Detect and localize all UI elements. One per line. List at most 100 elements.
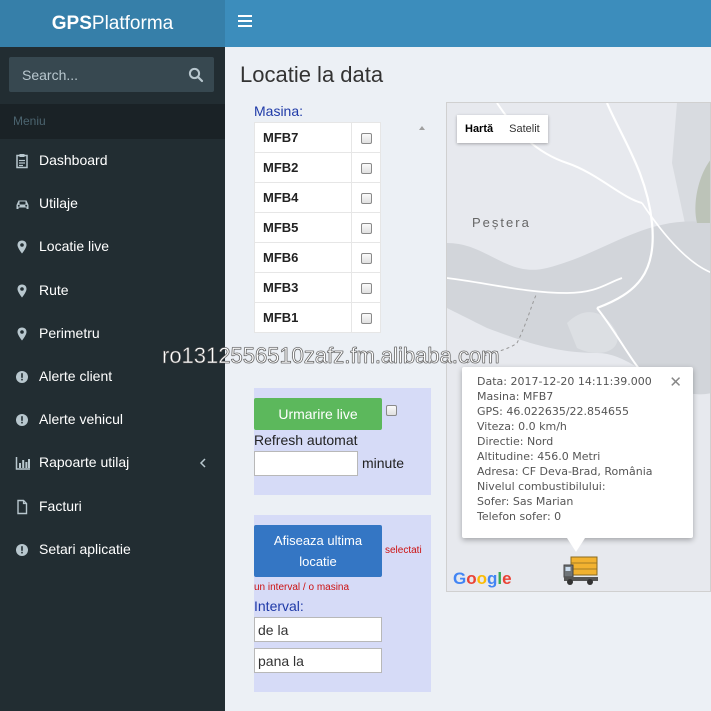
sidebar-item-label: Utilaje: [39, 195, 78, 212]
sidebar-item-setari-aplicatie[interactable]: Setari aplicatie: [0, 528, 225, 571]
alert-circle-icon: [16, 414, 28, 427]
sidebar-item-rapoarte-utilaj[interactable]: Rapoarte utilaj: [0, 441, 225, 484]
vehicle-name: MFB5: [253, 212, 353, 243]
table-row: MFB3: [253, 272, 381, 303]
show-last-location-button[interactable]: Afiseaza ultima locatie: [254, 525, 382, 577]
info-line: Viteza: 0.0 km/h: [477, 420, 567, 433]
vehicle-checkbox[interactable]: [360, 313, 372, 325]
vehicle-checkbox[interactable]: [360, 253, 372, 265]
sidebar-item-label: Rute: [39, 281, 69, 298]
vehicle-table: MFB7 MFB2 MFB4 MFB5 MFB6 MFB3 MFB1: [253, 122, 381, 333]
button-line: Afiseaza ultima: [273, 533, 363, 548]
info-window: ✕ Data: 2017-12-20 14:11:39.000 Masina: …: [462, 367, 693, 552]
vehicle-checkbox[interactable]: [360, 133, 372, 145]
sidebar-item-facturi[interactable]: Facturi: [0, 485, 225, 528]
sidebar-item-alerte-vehicul[interactable]: Alerte vehicul: [0, 398, 225, 441]
info-line: Directie: Nord: [477, 435, 554, 448]
truck-marker-icon[interactable]: [563, 553, 601, 587]
google-logo-letter: g: [487, 569, 498, 588]
vehicle-name: MFB3: [253, 272, 353, 303]
refresh-label: Refresh automat: [254, 432, 358, 448]
table-row: MFB5: [253, 212, 381, 243]
vehicle-name: MFB4: [253, 182, 353, 213]
map-marker-icon: [17, 327, 27, 341]
document-icon: [17, 499, 28, 514]
google-logo: Google: [453, 569, 512, 589]
chevron-left-icon: [199, 458, 206, 468]
hint-text: un interval / o masina: [254, 582, 350, 593]
interval-label: Interval:: [254, 598, 304, 614]
sidebar-item-label: Perimetru: [39, 324, 100, 341]
sidebar-item-label: Alerte vehicul: [39, 411, 124, 428]
google-logo-letter: o: [476, 569, 488, 588]
sidebar-item-locatie-live[interactable]: Locatie live: [0, 225, 225, 268]
google-logo-letter: G: [453, 569, 467, 588]
logo-bold: GPS: [51, 13, 92, 34]
menu-header: Meniu: [0, 104, 225, 139]
sidebar-item-label: Setari aplicatie: [39, 540, 131, 557]
sidebar-item-utilaje[interactable]: Utilaje: [0, 182, 225, 225]
car-icon: [16, 200, 29, 210]
info-window-tail: [567, 538, 585, 552]
vehicle-checkbox[interactable]: [360, 283, 372, 295]
map-type-satellite[interactable]: Satelit: [501, 115, 548, 143]
hamburger-menu-icon[interactable]: [238, 15, 252, 29]
vehicle-label: Masina:: [254, 103, 304, 119]
live-tracking-checkbox[interactable]: [386, 405, 397, 416]
search-icon: [188, 67, 204, 83]
info-line: Telefon sofer: 0: [477, 510, 562, 523]
info-line: Data: 2017-12-20 14:11:39.000: [477, 375, 652, 388]
table-row: MFB2: [253, 152, 381, 183]
interval-to-input[interactable]: [254, 648, 382, 673]
info-line: Sofer: Sas Marian: [477, 495, 574, 508]
table-row: MFB4: [253, 182, 381, 213]
vehicle-name: MFB2: [253, 152, 353, 183]
table-row: MFB7: [253, 122, 381, 153]
info-line: GPS: 46.022635/22.854655: [477, 405, 630, 418]
watermark: ro1312556510zafz.fm.alibaba.com: [162, 343, 500, 369]
vehicle-checkbox[interactable]: [360, 193, 372, 205]
close-icon[interactable]: ✕: [669, 373, 682, 391]
table-row: MFB1: [253, 302, 381, 333]
info-line: Adresa: CF Deva-Brad, România: [477, 465, 653, 478]
vehicle-name: MFB6: [253, 242, 353, 273]
sidebar-item-label: Dashboard: [39, 152, 108, 168]
google-logo-letter: o: [466, 569, 477, 588]
bar-chart-icon: [15, 457, 30, 471]
sidebar-item-label: Facturi: [39, 497, 82, 514]
map-type-map[interactable]: Hartă: [457, 115, 501, 143]
live-tracking-button[interactable]: Urmarire live: [254, 398, 382, 430]
sidebar-item-label: Rapoarte utilaj: [39, 454, 130, 471]
search-input[interactable]: [9, 57, 179, 92]
minutes-unit-label: minute: [362, 455, 405, 471]
sidebar-item-dashboard[interactable]: Dashboard: [0, 139, 225, 182]
vehicle-name: MFB1: [253, 302, 353, 333]
clipboard-icon: [16, 154, 28, 169]
refresh-minutes-input[interactable]: [254, 451, 358, 476]
scroll-up-arrow-icon[interactable]: [419, 126, 425, 130]
vehicle-checkbox[interactable]: [360, 163, 372, 175]
logo-rest: Platforma: [91, 13, 174, 34]
button-line: locatie: [299, 554, 337, 569]
top-bar: [225, 0, 711, 47]
search-box: [9, 57, 214, 92]
alert-circle-icon: [16, 543, 28, 556]
vehicle-checkbox[interactable]: [360, 223, 372, 235]
page-title: Locatie la data: [240, 62, 384, 87]
sidebar-item-label: Locatie live: [39, 238, 110, 255]
map-marker-icon: [17, 240, 27, 254]
interval-from-input[interactable]: [254, 617, 382, 642]
info-lines: Data: 2017-12-20 14:11:39.000 Masina: MF…: [477, 374, 653, 524]
map-marker-icon: [17, 284, 27, 298]
table-row: MFB6: [253, 242, 381, 273]
info-line: Nivelul combustibilului:: [477, 480, 606, 493]
sidebar-item-rute[interactable]: Rute: [0, 269, 225, 312]
sidebar-item-label: Alerte client: [39, 367, 113, 384]
vehicle-name: MFB7: [253, 122, 353, 153]
info-line: Masina: MFB7: [477, 390, 554, 403]
hint-text: selectati: [385, 545, 422, 556]
map-type-control: Hartă Satelit: [457, 115, 548, 143]
search-button[interactable]: [184, 63, 208, 87]
app-logo[interactable]: GPSPlatforma: [0, 0, 225, 47]
alert-circle-icon: [16, 370, 28, 383]
